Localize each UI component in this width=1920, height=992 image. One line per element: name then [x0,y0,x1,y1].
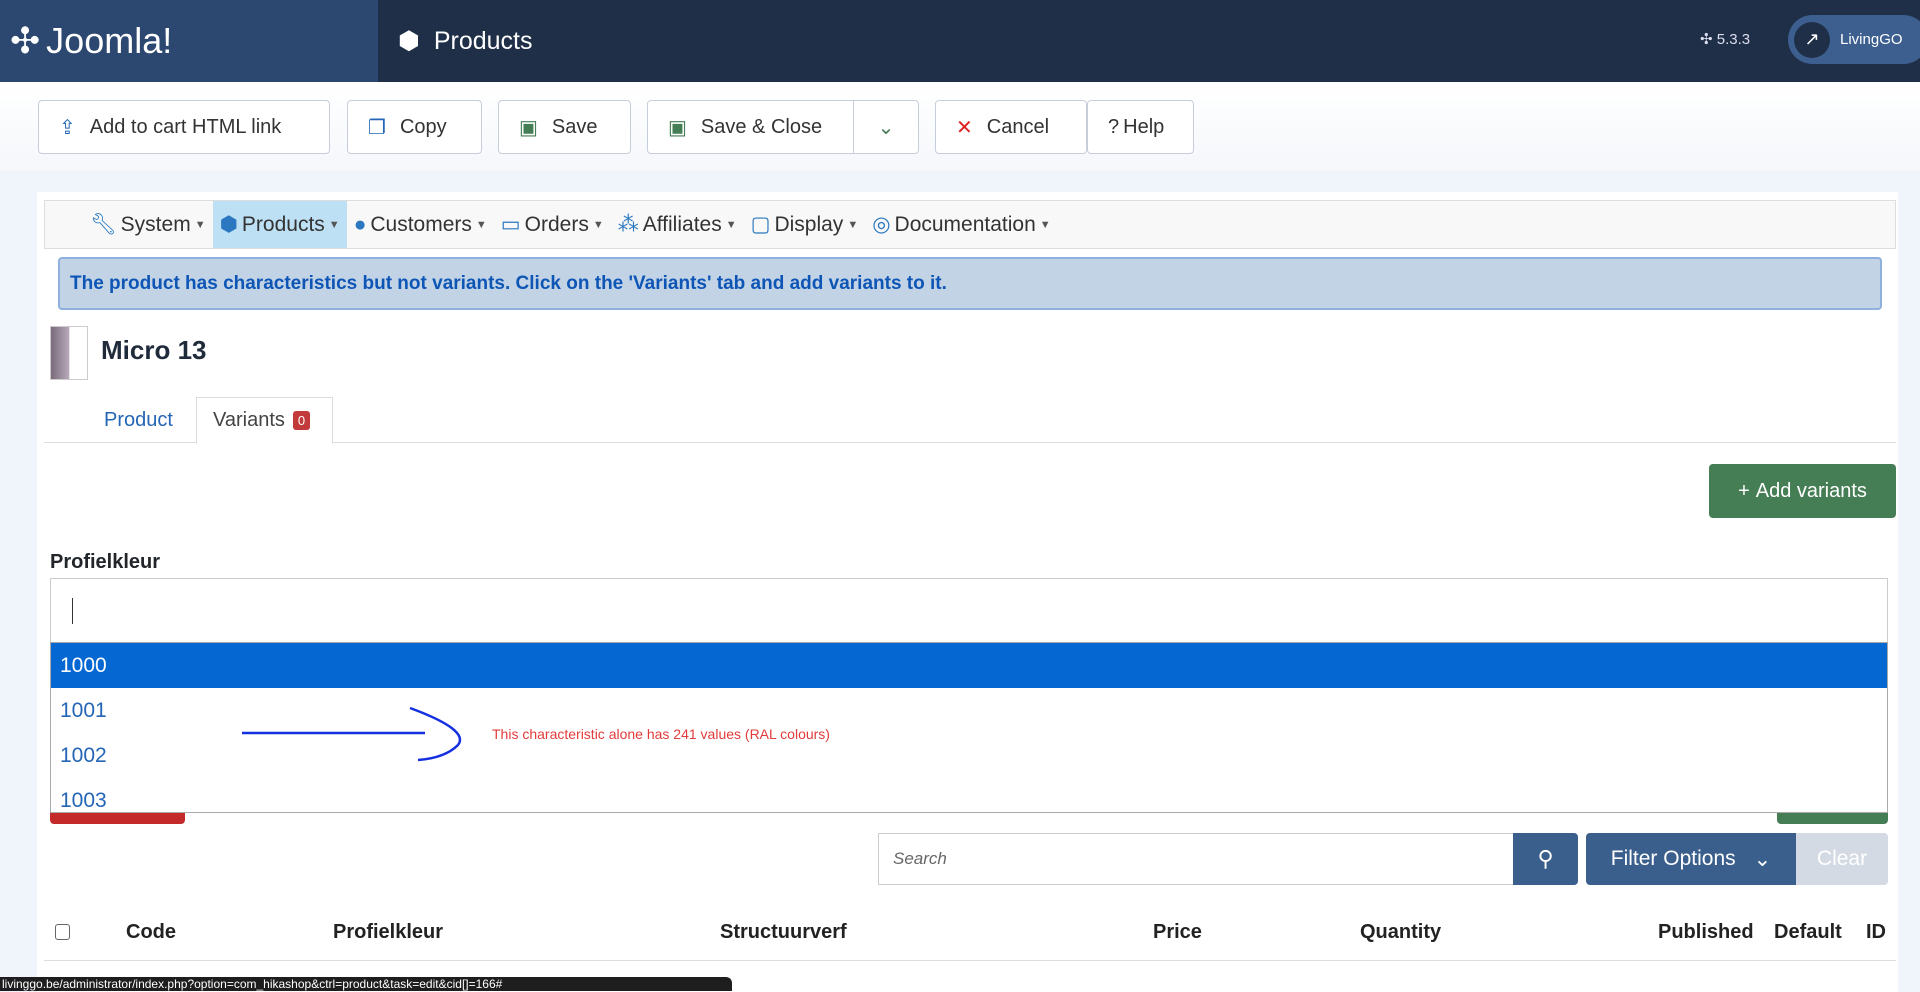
life-ring-icon: ◎ [872,213,891,236]
chevron-down-icon: ⌄ [877,116,895,139]
joomla-icon: ✣ [10,20,41,61]
clear-button[interactable]: Clear [1796,833,1888,885]
caret-icon: ▼ [1039,218,1051,231]
caret-icon: ▼ [847,218,859,231]
monitor-icon: ▢ [750,213,771,236]
add-variants-button[interactable]: + Add variants [1709,464,1896,518]
hikashop-menu: 🔧︎ System ▼ ⬢ Products ▼ ● Customers ▼ ▭ Orders… [44,200,1896,249]
site-link-button[interactable]: ↗ LivingGO [1788,15,1920,64]
dropdown-option[interactable]: 1000 [51,643,1887,688]
column-header-structuurverf[interactable]: Structuurverf [720,921,847,944]
menu-products[interactable]: ⬢ Products ▼ [212,201,347,248]
add-to-cart-link-button[interactable]: ⇪ Add to cart HTML link [38,100,330,154]
column-header-code[interactable]: Code [126,921,176,944]
save-dropdown-toggle[interactable]: ⌄ [853,100,919,154]
dropdown-option[interactable]: 1003 [51,778,1887,812]
page-title: ⬢ Products [398,26,533,56]
column-header-price[interactable]: Price [1153,921,1202,944]
search-icon: ⚲ [1537,846,1554,871]
save-icon: ▣ [519,116,538,139]
characteristic-label: Profielkleur [50,551,161,573]
caret-icon: ▼ [475,218,487,231]
tab-product[interactable]: Product [104,409,173,432]
caret-icon: ▼ [328,218,340,231]
characteristic-input[interactable] [50,578,1888,643]
column-header-profielkleur[interactable]: Profielkleur [333,921,443,944]
search-button[interactable]: ⚲ [1513,833,1578,885]
copy-button[interactable]: ❐ Copy [347,100,482,154]
question-icon: ? [1108,115,1120,138]
annotation-arrow [242,706,462,762]
menu-documentation[interactable]: ◎ Documentation ▼ [865,201,1057,248]
caret-icon: ▼ [194,218,206,231]
status-bar-url: livinggo.be/administrator/index.php?opti… [0,977,732,991]
column-header-published[interactable]: Published [1658,921,1754,944]
save-button[interactable]: ▣ Save [498,100,631,154]
search-input[interactable]: Search [878,833,1514,885]
help-button[interactable]: ? Help [1087,100,1194,154]
variants-count-badge: 0 [292,411,311,430]
users-icon: ⁂ [617,213,639,236]
filter-options-button[interactable]: Filter Options ⌄ [1586,833,1796,885]
user-icon: ● [353,212,367,236]
column-header-default[interactable]: Default [1774,921,1842,944]
column-header-id[interactable]: ID [1866,921,1886,944]
credit-card-icon: ▭ [500,213,521,236]
menu-orders[interactable]: ▭ Orders ▼ [494,201,611,248]
close-icon: ✕ [956,116,973,139]
tab-variants[interactable]: Variants 0 [196,397,333,444]
caret-icon: ▼ [725,218,737,231]
version-label: ✣ 5.3.3 [1700,31,1751,48]
plus-icon: + [1738,479,1750,502]
menu-system[interactable]: 🔧︎ System ▼ [83,201,213,248]
info-alert: The product has characteristics but not … [58,257,1882,310]
menu-display[interactable]: ▢ Display ▼ [744,201,866,248]
menu-customers[interactable]: ● Customers ▼ [347,201,494,248]
product-name: Micro 13 [101,335,207,365]
upload-icon: ⇪ [59,116,76,139]
wrench-icon: 🔧︎ [90,212,117,236]
copy-icon: ❐ [368,116,386,139]
joomla-logo[interactable]: ✣ Joomla! [0,0,378,82]
cubes-icon: ⬢ [219,213,238,236]
product-thumbnail [50,326,88,380]
caret-icon: ▼ [592,218,604,231]
cubes-icon: ⬢ [398,27,420,55]
table-divider [44,960,1896,961]
column-header-quantity[interactable]: Quantity [1360,921,1441,944]
save-close-button[interactable]: ▣ Save & Close [647,100,854,154]
annotation-text: This characteristic alone has 241 values… [492,726,830,742]
text-cursor [72,598,73,624]
chevron-down-icon: ⌄ [1753,847,1772,871]
select-all-checkbox[interactable] [55,924,70,940]
menu-affiliates[interactable]: ⁂ Affiliates ▼ [611,201,744,248]
external-link-icon: ↗ [1794,21,1830,58]
cancel-button[interactable]: ✕ Cancel [935,100,1087,154]
save-icon: ▣ [668,116,687,139]
